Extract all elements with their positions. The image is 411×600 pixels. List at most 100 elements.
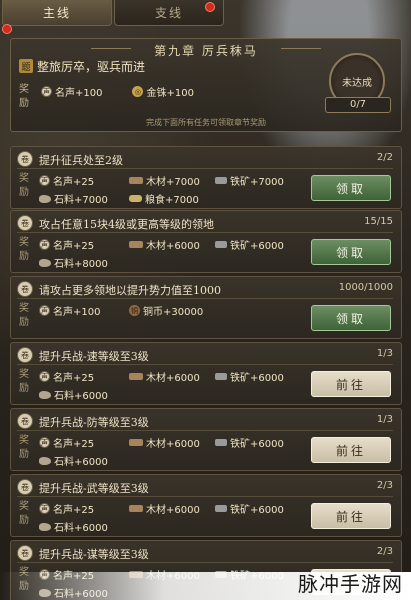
iron-icon bbox=[215, 373, 227, 380]
task-progress-count: 2/3 bbox=[376, 480, 393, 491]
task-reward-text: 名声+25 bbox=[53, 373, 95, 384]
stone-icon bbox=[39, 258, 51, 267]
fame-icon: 声 bbox=[39, 503, 50, 514]
iron-icon bbox=[215, 439, 227, 446]
goto-button[interactable]: 前往 bbox=[311, 371, 391, 397]
task-title: 提升兵战-速等级至3级 bbox=[39, 350, 149, 363]
task-reward-wood: 木材+7000 bbox=[129, 173, 215, 188]
wood-icon bbox=[129, 177, 143, 184]
chapter-progress: 0/7 bbox=[325, 97, 391, 113]
task-book-icon: 卷 bbox=[17, 413, 33, 429]
task-reward-stone: 石料+8000 bbox=[39, 255, 129, 270]
task-divider bbox=[17, 496, 393, 497]
task-reward-iron: 铁矿+6000 bbox=[215, 435, 305, 450]
claim-button[interactable]: 领取 bbox=[311, 239, 391, 265]
goto-button[interactable]: 前往 bbox=[311, 503, 391, 529]
task-rewards: 声名声+25 木材+7000 铁矿+7000 石料+7000 粮食+7000 bbox=[39, 173, 299, 206]
task-reward-text: 铁矿+7000 bbox=[230, 177, 284, 188]
task-reward-wood: 木材+6000 bbox=[129, 369, 215, 384]
task-reward-coin: 铜铜币+30000 bbox=[129, 303, 215, 318]
task-reward-fame: 声名声+100 bbox=[39, 303, 129, 318]
wood-icon bbox=[129, 439, 143, 446]
wood-icon bbox=[129, 505, 143, 512]
task-rewards: 声名声+25 木材+6000 铁矿+6000 石料+6000 bbox=[39, 369, 299, 402]
task-reward-label: 奖励 bbox=[19, 435, 29, 460]
chapter-reward-fame: 声 名声+100 bbox=[41, 84, 102, 99]
task-book-icon: 卷 bbox=[17, 281, 33, 297]
task-card: 卷提升征兵处至2级 2/2 奖励声名声+25 木材+7000 铁矿+7000 石料+700… bbox=[10, 146, 402, 209]
task-title: 提升兵战-谋等级至3级 bbox=[39, 548, 149, 561]
chapter-goal: 整旅厉卒，驱兵而进 bbox=[37, 60, 146, 74]
task-reward-text: 铁矿+6000 bbox=[230, 241, 284, 252]
watermark-band: 脉冲手游网 bbox=[0, 572, 411, 600]
chapter-reward-text: 名声+100 bbox=[55, 88, 103, 99]
stone-icon bbox=[39, 390, 51, 399]
task-divider bbox=[17, 232, 393, 233]
task-header: 卷请攻占更多领地以提升势力值至1000 1000/1000 bbox=[17, 281, 393, 297]
task-reward-fame: 声名声+25 bbox=[39, 501, 129, 516]
task-reward-text: 木材+6000 bbox=[146, 439, 200, 450]
task-book-icon: 卷 bbox=[17, 215, 33, 231]
task-divider bbox=[17, 430, 393, 431]
task-reward-fame: 声名声+25 bbox=[39, 435, 129, 450]
task-progress-count: 2/3 bbox=[376, 546, 393, 557]
chapter-panel: 第九章 厉兵秣马 题 整旅厉卒，驱兵而进 奖励 声 名声+100 ◎ 金铢+10… bbox=[10, 38, 402, 132]
task-reward-text: 木材+6000 bbox=[146, 373, 200, 384]
task-card: 卷攻占任意15块4级或更高等级的领地 15/15 奖励声名声+25 木材+6000 铁矿… bbox=[10, 210, 402, 273]
task-book-icon: 卷 bbox=[17, 151, 33, 167]
goto-button[interactable]: 前往 bbox=[311, 437, 391, 463]
watermark-logo: 脉冲手游网 bbox=[298, 572, 403, 596]
task-card: 卷请攻占更多领地以提升势力值至1000 1000/1000 奖励声名声+100 铜铜币… bbox=[10, 276, 402, 339]
task-reward-text: 铁矿+6000 bbox=[230, 373, 284, 384]
task-header: 卷提升兵战-武等级至3级 2/3 bbox=[17, 479, 393, 495]
task-reward-label: 奖励 bbox=[19, 237, 29, 262]
task-reward-stone: 石料+6000 bbox=[39, 453, 129, 468]
task-reward-label: 奖励 bbox=[19, 303, 29, 328]
task-reward-label: 奖励 bbox=[19, 173, 29, 198]
task-reward-text: 木材+6000 bbox=[146, 241, 200, 252]
task-reward-text: 石料+6000 bbox=[54, 391, 108, 402]
task-rewards: 声名声+25 木材+6000 铁矿+6000 石料+6000 bbox=[39, 435, 299, 468]
task-rewards: 声名声+100 铜铜币+30000 bbox=[39, 303, 299, 318]
stone-icon bbox=[39, 522, 51, 531]
task-reward-text: 石料+7000 bbox=[54, 195, 108, 206]
iron-icon bbox=[215, 505, 227, 512]
side-quest-notification-dot bbox=[205, 2, 215, 12]
task-progress-count: 15/15 bbox=[364, 216, 393, 227]
task-reward-wood: 木材+6000 bbox=[129, 237, 215, 252]
stone-icon bbox=[39, 456, 51, 465]
task-progress-count: 1/3 bbox=[376, 414, 393, 425]
task-header: 卷提升兵战-谋等级至3级 2/3 bbox=[17, 545, 393, 561]
task-reward-text: 粮食+7000 bbox=[145, 195, 199, 206]
task-reward-stone: 石料+6000 bbox=[39, 387, 129, 402]
task-list: 卷提升征兵处至2级 2/2 奖励声名声+25 木材+7000 铁矿+7000 石料+700… bbox=[10, 146, 402, 600]
claim-button[interactable]: 领取 bbox=[311, 305, 391, 331]
iron-icon bbox=[215, 241, 227, 248]
task-reward-text: 名声+100 bbox=[53, 307, 101, 318]
task-reward-text: 名声+25 bbox=[53, 177, 95, 188]
wood-icon bbox=[129, 241, 143, 248]
task-title: 提升兵战-防等级至3级 bbox=[39, 416, 149, 429]
task-title: 攻占任意15块4级或更高等级的领地 bbox=[39, 218, 214, 231]
claim-button[interactable]: 领取 bbox=[311, 175, 391, 201]
task-divider bbox=[17, 364, 393, 365]
task-reward-text: 铁矿+6000 bbox=[230, 505, 284, 516]
task-card: 卷提升兵战-速等级至3级 1/3 奖励声名声+25 木材+6000 铁矿+6000 石料+… bbox=[10, 342, 402, 405]
task-reward-grain: 粮食+7000 bbox=[129, 191, 215, 206]
chapter-rewards: 声 名声+100 ◎ 金铢+100 bbox=[41, 84, 194, 99]
gold-icon: ◎ bbox=[132, 86, 144, 97]
tab-main-quest[interactable]: 主线 bbox=[2, 0, 112, 26]
task-reward-text: 名声+25 bbox=[53, 505, 95, 516]
task-reward-fame: 声名声+25 bbox=[39, 369, 129, 384]
fame-icon: 声 bbox=[41, 86, 52, 97]
task-book-icon: 卷 bbox=[17, 479, 33, 495]
task-reward-text: 名声+25 bbox=[53, 439, 95, 450]
chapter-hint: 完成下面所有任务可领取章节奖励 bbox=[146, 118, 266, 127]
chapter-reward-label: 奖励 bbox=[19, 84, 29, 109]
task-reward-text: 铁矿+6000 bbox=[230, 439, 284, 450]
task-reward-label: 奖励 bbox=[19, 501, 29, 526]
chapter-reward-text: 金铢+100 bbox=[146, 88, 194, 99]
task-reward-text: 石料+6000 bbox=[54, 523, 108, 534]
task-header: 卷攻占任意15块4级或更高等级的领地 15/15 bbox=[17, 215, 393, 231]
task-reward-iron: 铁矿+6000 bbox=[215, 501, 305, 516]
